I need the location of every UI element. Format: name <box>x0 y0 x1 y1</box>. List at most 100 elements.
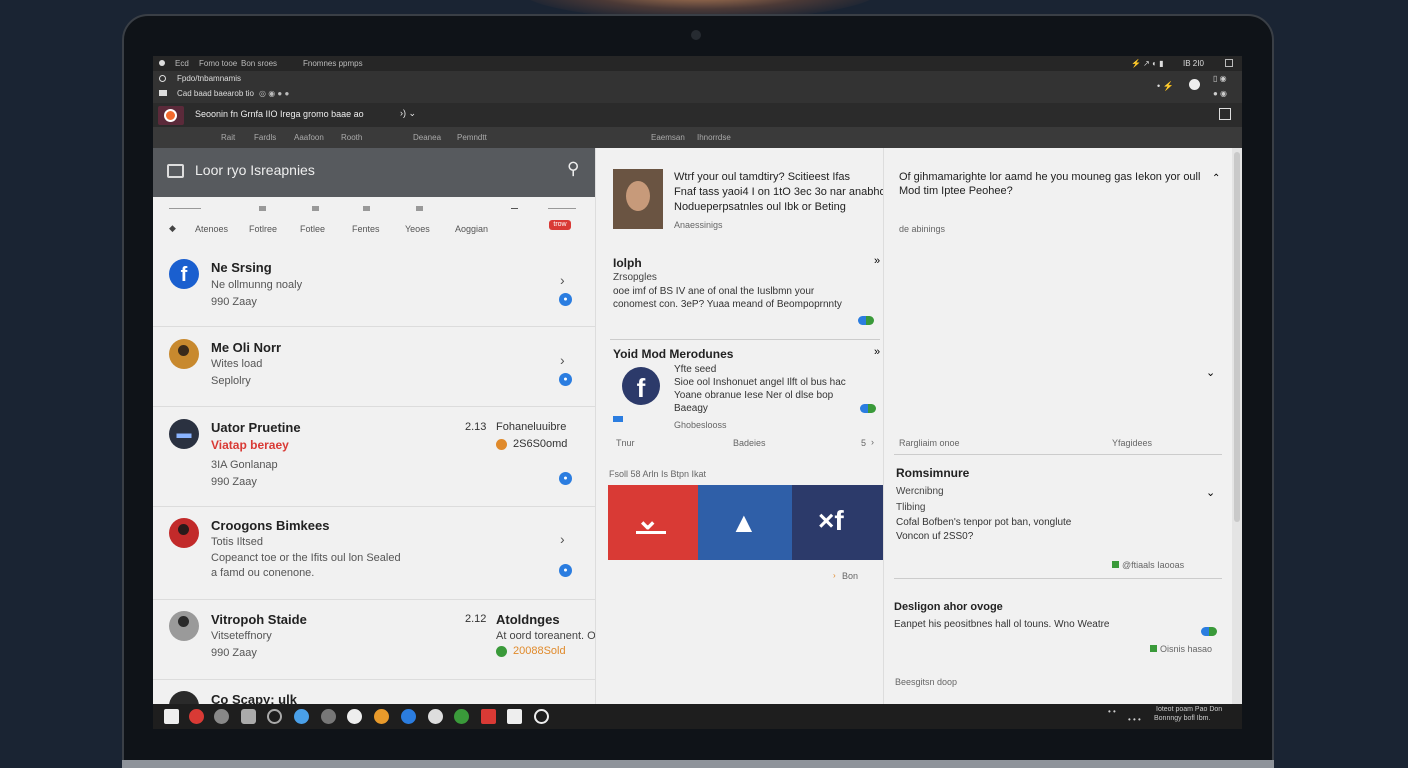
post-line: Fnaf tass yaoi4 I on 1tO 3ec 3o nar anab… <box>674 186 892 198</box>
chevron-right-icon[interactable]: » <box>874 346 880 358</box>
list-item[interactable]: Me Oli Norr Wites load Seplolry › ● <box>153 327 595 407</box>
chevron-down-icon[interactable]: ⌄ <box>1206 486 1215 499</box>
chat-icon[interactable] <box>534 709 549 724</box>
filter-badge[interactable]: trow <box>549 220 571 230</box>
chevron-down-icon[interactable]: ⌄ <box>1206 366 1215 379</box>
menu-right-2[interactable]: Ihnorrdse <box>697 133 731 142</box>
filter-tab-5[interactable]: Yeoes <box>405 224 430 234</box>
menu-right-1[interactable]: Eaemsan <box>651 133 685 142</box>
tiktok-icon[interactable] <box>507 709 522 724</box>
pinned-app-icon[interactable] <box>214 709 229 724</box>
browser-nav-bar: Fpdo/tnbamnamis Cad baad baearob tio ◎ ◉… <box>153 71 1242 103</box>
list-item-line: 3IA Gonlanap <box>211 459 278 471</box>
filter-tab-1[interactable]: Atenoes <box>195 224 228 234</box>
right-footer-left[interactable]: Rargliaim onoe <box>899 438 960 448</box>
control-center-icon[interactable] <box>1225 59 1233 67</box>
chrome-icon[interactable] <box>428 709 443 724</box>
settings-icon[interactable]: ● ◉ <box>1213 89 1227 98</box>
tab-controls[interactable]: ›) ⌄ <box>400 108 416 119</box>
address-line-2[interactable]: Cad baad baearob tio <box>177 89 254 98</box>
search-bar[interactable]: Loor ryo Isreapnies ⚲ <box>153 148 595 197</box>
sound-icon[interactable]: • ⚡ <box>1157 81 1174 92</box>
camera-icon[interactable] <box>241 709 256 724</box>
left-panel: Loor ryo Isreapnies ⚲ ◆ Atenoes Fotlree … <box>153 148 857 721</box>
address-line-1[interactable]: Fpdo/tnbamnamis <box>177 74 241 83</box>
home-icon[interactable] <box>164 709 179 724</box>
chevron-right-icon[interactable]: › <box>560 531 565 547</box>
chevron-right-icon[interactable]: › <box>560 352 565 368</box>
tag-icon <box>613 416 623 422</box>
system-menu-3[interactable]: Bon sroes <box>241 56 277 71</box>
system-menu-2[interactable]: Fomo tooe <box>199 56 237 71</box>
share-tile[interactable]: ×f <box>792 485 884 560</box>
radio-icon[interactable] <box>159 75 166 82</box>
search-icon[interactable]: ⚲ <box>567 159 579 179</box>
reaction-icon <box>860 404 876 413</box>
list-item-line: Copeanct toe or the Ifits oul lon Sealed <box>211 552 401 564</box>
list-item[interactable]: Croogons Bimkees Totis Iltsed Copeanct t… <box>153 507 595 600</box>
filter-tab-4[interactable]: Fentes <box>352 224 380 234</box>
scrollbar-thumb[interactable] <box>1234 152 1240 522</box>
right-footer-right[interactable]: Yfagidees <box>1112 438 1152 448</box>
profile-icon[interactable] <box>1189 79 1200 90</box>
pinned-app-icon[interactable] <box>481 709 496 724</box>
pinned-app-icon[interactable] <box>374 709 389 724</box>
list-item-title: Uator Pruetine <box>211 420 301 435</box>
filter-tab-6[interactable]: Aoggian <box>455 224 488 234</box>
filter-marker <box>416 206 423 211</box>
feed-footer-left[interactable]: Tnur <box>616 438 635 448</box>
menu-item-4[interactable]: Rooth <box>341 133 362 142</box>
list-item[interactable]: ▬ Uator Pruetine Viatap beraey 3IA Gonla… <box>153 407 595 507</box>
list-item-line: Wites load <box>211 358 263 370</box>
game-icon[interactable] <box>321 709 336 724</box>
divider <box>894 454 1222 455</box>
list-item[interactable]: f Ne Srsing Ne ollmunng noaly 990 Zaay ›… <box>153 247 595 327</box>
chevron-right-icon[interactable]: » <box>874 255 880 267</box>
ball-icon[interactable] <box>347 709 362 724</box>
upload-tile[interactable]: ▲ <box>698 485 792 560</box>
settings-icon[interactable] <box>267 709 282 724</box>
list-item[interactable]: Vitropoh Staide Vitseteffnory 990 Zaay 2… <box>153 600 857 680</box>
system-menu-4[interactable]: Fnomnes ppmps <box>303 56 363 71</box>
pinned-app-icon[interactable] <box>189 709 204 724</box>
menu-item-6[interactable]: Pemndtt <box>457 133 487 142</box>
list-item-title: Croogons Bimkees <box>211 518 330 533</box>
tab-title[interactable]: Seoonin fn Grnfa IIO Irega gromo baae ao <box>195 109 364 119</box>
post-text: ooe imf of BS IV ane of onal the Iuslbmn… <box>613 286 842 310</box>
wifi-icon[interactable]: ⚡ ↗ ◐ ▮ <box>1131 56 1164 71</box>
coin-icon <box>496 439 507 450</box>
browser-icon[interactable] <box>294 709 309 724</box>
filter-icon[interactable]: ◆ <box>169 223 176 234</box>
screen: Ecd Fomo tooe Bon sroes Fnomnes ppmps ⚡ … <box>153 56 1242 729</box>
chevron-up-icon[interactable]: ⌃ <box>1212 173 1220 184</box>
nav-controls-icon[interactable]: ◎ ◉ ● ● <box>259 89 289 98</box>
status-dot-icon: ● <box>559 293 572 306</box>
apple-icon[interactable] <box>159 60 165 66</box>
system-menu-1[interactable]: Ecd <box>175 56 189 71</box>
menu-item-2[interactable]: Fardls <box>254 133 276 142</box>
filter-tab-3[interactable]: Fotlee <box>300 224 325 234</box>
list-item-number: 2.12 <box>465 613 487 625</box>
list-item-line: 990 Zaay <box>211 647 257 659</box>
music-icon[interactable] <box>454 709 469 724</box>
feed-footer-right[interactable]: 5 <box>861 438 866 448</box>
chevron-right-icon[interactable]: › <box>871 437 874 447</box>
filter-tab-2[interactable]: Fotlree <box>249 224 277 234</box>
lock-icon[interactable]: ▯ ◉ <box>1213 74 1227 83</box>
menu-item-3[interactable]: Aaafoon <box>294 133 324 142</box>
download-tile[interactable]: ⌄ <box>608 485 698 560</box>
feed-footer-mid[interactable]: Badeies <box>733 438 766 448</box>
folder-icon[interactable] <box>159 90 167 96</box>
menu-item-5[interactable]: Deanea <box>413 133 441 142</box>
card-meta: Oisnis hasao <box>1160 644 1213 654</box>
card-line: Eanpet his peositbnes hall ol touns. Wno… <box>894 619 1110 630</box>
facebook-share-icon: ×f <box>818 505 844 536</box>
coin-icon <box>496 646 507 657</box>
send-icon[interactable] <box>401 709 416 724</box>
chevron-right-icon[interactable]: › <box>560 272 565 288</box>
menu-item-1[interactable]: Rait <box>221 133 235 142</box>
window-icon[interactable] <box>1219 108 1231 120</box>
post-meta: Anaessinigs <box>674 220 723 230</box>
tray-line: Bonnngy bofl Ibm. <box>1154 715 1211 722</box>
search-input[interactable]: Loor ryo Isreapnies <box>195 162 315 178</box>
